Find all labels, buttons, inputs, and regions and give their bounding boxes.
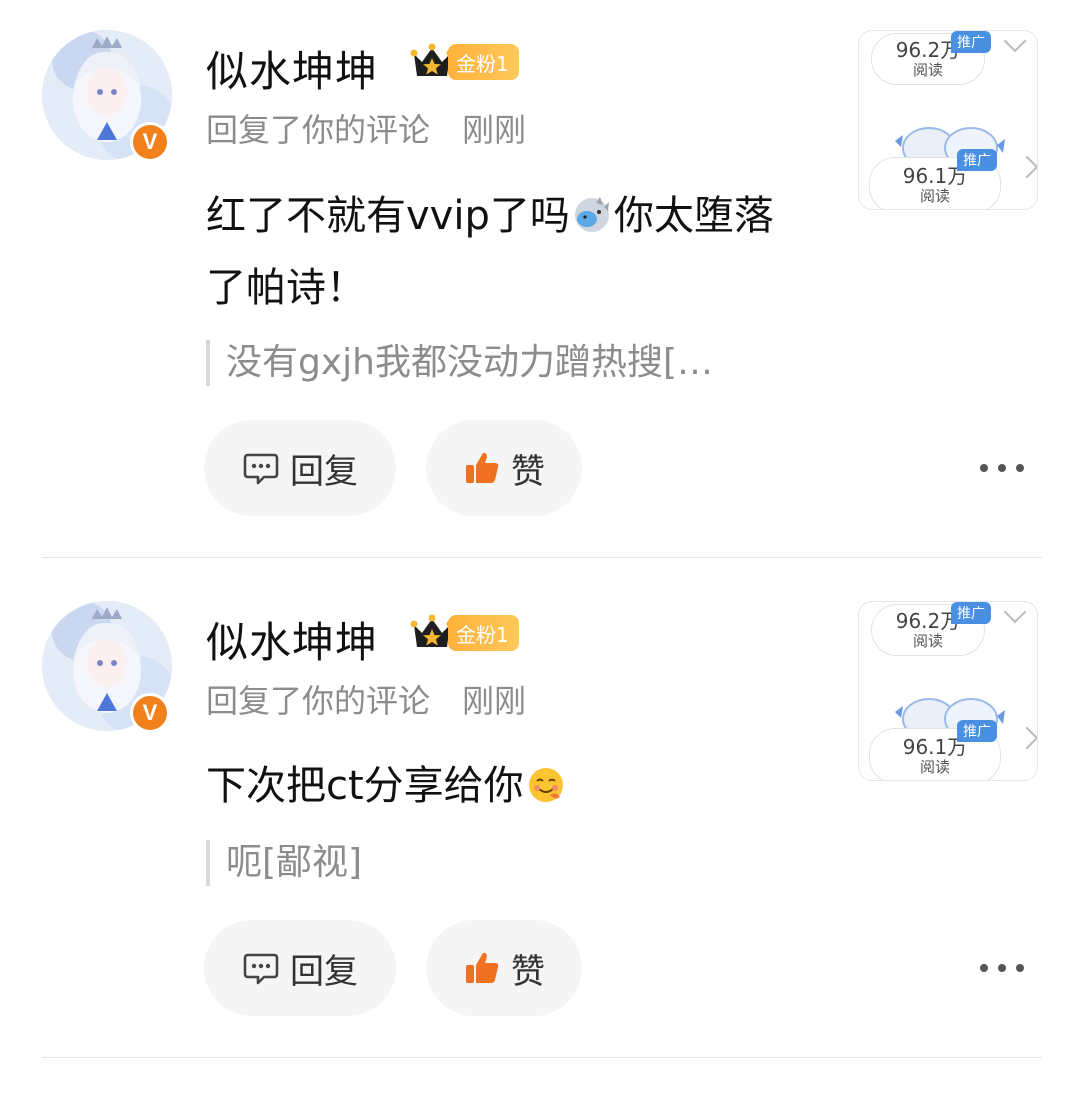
dot-icon <box>998 464 1006 472</box>
like-button[interactable]: 赞 <box>426 420 582 516</box>
comment-meta: 回复了你的评论 刚刚 <box>206 676 526 722</box>
timestamp: 刚刚 <box>462 682 527 720</box>
comment-meta: 回复了你的评论 刚刚 <box>206 105 526 151</box>
action-text: 回复了你的评论 <box>206 111 431 149</box>
comment-text: 下次把ct分享给你 <box>206 750 806 822</box>
verified-badge: V <box>130 122 170 162</box>
reply-button[interactable]: 回复 <box>204 420 396 516</box>
reply-button[interactable]: 回复 <box>204 920 396 1016</box>
quoted-comment[interactable]: 呃[鄙视] <box>206 840 362 886</box>
promo-tag: 推广 <box>957 149 997 171</box>
username[interactable]: 似水坤坤 <box>206 38 378 99</box>
original-post-thumbnail[interactable]: 96.2万 阅读 推广 96.1万 阅读 推广 <box>858 30 1038 210</box>
smiling-face-emoji-icon <box>528 768 563 802</box>
promo-tag: 推广 <box>951 602 991 624</box>
fan-level-badge: 金粉1 <box>448 615 519 651</box>
chevron-down-icon <box>1003 31 1027 53</box>
read-label: 阅读 <box>919 187 950 205</box>
chevron-right-icon <box>1015 726 1037 750</box>
username[interactable]: 似水坤坤 <box>206 609 378 670</box>
chevron-down-icon <box>1003 602 1027 624</box>
comment-text-part: 红了不就有vvip了吗 <box>206 193 570 239</box>
dot-icon <box>980 464 988 472</box>
fan-level-badge: 金粉1 <box>448 44 519 80</box>
comment-text: 红了不就有vvip了吗 你太堕落了帕诗！ <box>206 180 806 324</box>
verified-badge: V <box>130 693 170 733</box>
dot-icon <box>1016 464 1024 472</box>
timestamp: 刚刚 <box>462 111 527 149</box>
chevron-right-icon <box>1015 155 1037 179</box>
reply-label: 回复 <box>290 451 358 492</box>
dot-icon <box>980 964 988 972</box>
quoted-comment[interactable]: 没有gxjh我都没动力蹭热搜[… <box>206 340 713 386</box>
promo-tag: 推广 <box>957 720 997 742</box>
dot-icon <box>1016 964 1024 972</box>
reply-label: 回复 <box>290 951 358 992</box>
dot-icon <box>998 964 1006 972</box>
comment-icon <box>243 453 279 485</box>
thumbs-up-icon <box>466 952 499 983</box>
divider <box>42 557 1042 558</box>
like-button[interactable]: 赞 <box>426 920 582 1016</box>
comment-card: V 似水坤坤 金粉1 回复了你的评论 刚刚 红了不就有vvip了吗 你太堕落了帕诗… <box>0 0 1072 530</box>
more-options-button[interactable] <box>980 962 1024 974</box>
divider <box>42 1057 1042 1058</box>
thumbs-up-icon <box>466 452 499 483</box>
promo-tag: 推广 <box>951 31 991 53</box>
original-post-thumbnail[interactable]: 96.2万 阅读 推广 96.1万 阅读 推广 <box>858 601 1038 781</box>
read-label: 阅读 <box>919 758 950 776</box>
more-options-button[interactable] <box>980 462 1024 474</box>
comment-icon <box>243 953 279 985</box>
read-label: 阅读 <box>912 632 943 650</box>
like-label: 赞 <box>511 951 545 992</box>
read-label: 阅读 <box>912 61 943 79</box>
action-text: 回复了你的评论 <box>206 682 431 720</box>
comment-card: V 似水坤坤 金粉1 回复了你的评论刚刚 下次把ct分享给你 呃[鄙视] 回复 <box>0 571 1072 1101</box>
like-label: 赞 <box>511 451 545 492</box>
bird-cat-emoji-icon <box>574 197 609 232</box>
comment-text-part: 下次把ct分享给你 <box>206 763 524 809</box>
